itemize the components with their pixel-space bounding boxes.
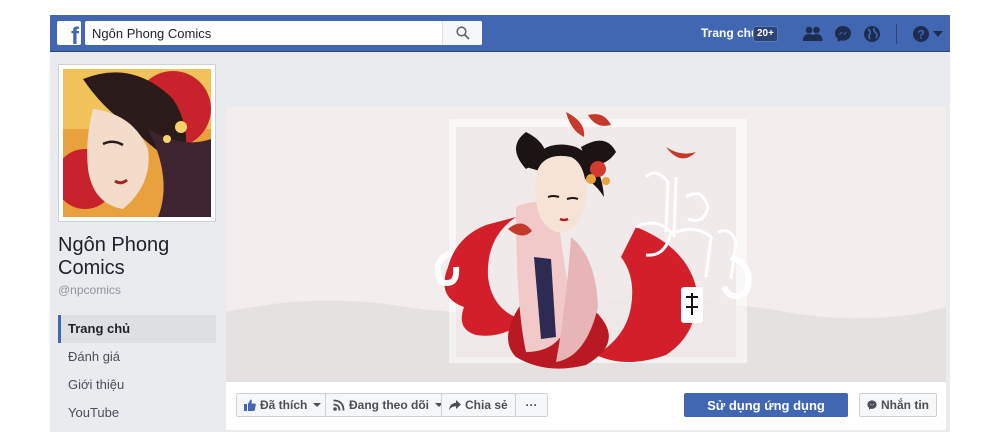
use-app-label: Sử dụng ứng dụng — [707, 397, 825, 413]
sidebar-item-about[interactable]: Giới thiệu — [58, 371, 216, 399]
cover-artwork — [226, 107, 946, 381]
thumbs-up-icon — [244, 399, 256, 411]
page-handle: @npcomics — [58, 283, 121, 297]
following-button[interactable]: Đang theo dõi — [325, 393, 451, 417]
share-label: Chia sẻ — [465, 398, 508, 412]
more-options-button[interactable]: ··· — [515, 393, 548, 417]
cover-photo[interactable] — [226, 107, 946, 381]
help-icon[interactable]: ? — [910, 24, 932, 44]
share-button[interactable]: Chia sẻ — [441, 393, 516, 417]
svg-text:?: ? — [917, 28, 924, 42]
sidebar-item-home[interactable]: Trang chủ — [58, 315, 216, 343]
chevron-down-icon — [313, 403, 322, 407]
facebook-page-window: f Trang chủ 20+ — [50, 15, 950, 432]
sidebar-item-youtube[interactable]: YouTube — [58, 399, 216, 427]
friend-requests-icon[interactable] — [802, 24, 824, 44]
rss-feed-icon — [333, 399, 345, 411]
use-app-button[interactable]: Sử dụng ứng dụng — [684, 393, 848, 417]
messenger-icon — [867, 400, 877, 410]
page-left-navigation: Trang chủ Đánh giá Giới thiệu YouTube — [58, 315, 216, 427]
toolbar-divider — [896, 24, 897, 44]
top-navigation-bar: f Trang chủ 20+ — [50, 15, 950, 52]
search-button[interactable] — [442, 21, 482, 45]
messenger-icon[interactable] — [832, 24, 854, 44]
sidebar-item-reviews[interactable]: Đánh giá — [58, 343, 216, 371]
send-message-button[interactable]: Nhắn tin — [859, 393, 937, 417]
profile-artwork — [63, 69, 211, 217]
share-arrow-icon — [449, 399, 461, 410]
search-input[interactable] — [85, 21, 440, 45]
search-box — [85, 21, 482, 45]
message-label: Nhắn tin — [881, 398, 929, 412]
liked-button[interactable]: Đã thích — [236, 393, 330, 417]
notifications-globe-icon[interactable] — [861, 24, 883, 44]
more-options-label: ··· — [525, 398, 538, 412]
facebook-logo-icon[interactable]: f — [57, 21, 81, 45]
home-notification-badge: 20+ — [753, 26, 778, 42]
page-action-bar: Đã thích Đang theo dõi Chia sẻ ··· Sử dụ… — [226, 381, 946, 430]
search-icon — [455, 26, 470, 40]
following-label: Đang theo dõi — [349, 398, 429, 412]
profile-picture[interactable] — [58, 64, 216, 222]
home-link[interactable]: Trang chủ — [701, 26, 758, 40]
page-title[interactable]: Ngôn Phong Comics — [58, 234, 228, 280]
liked-label: Đã thích — [260, 398, 308, 412]
account-menu-caret-icon[interactable] — [931, 24, 945, 44]
